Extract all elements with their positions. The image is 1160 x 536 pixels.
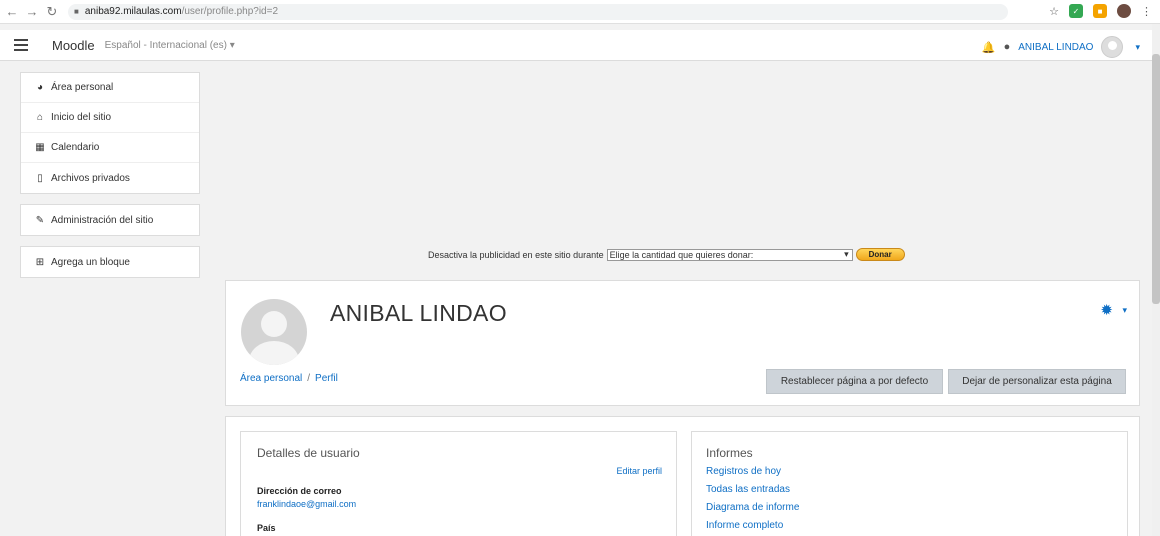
profile-content: Detalles de usuario Editar perfil Direcc… <box>225 416 1140 536</box>
plus-square-icon: ⊞ <box>35 256 45 268</box>
sidebar-item-label: Administración del sitio <box>51 214 154 226</box>
navbar-user-area: 🔔 ● ANIBAL LINDAO ▾ <box>982 36 1140 58</box>
page-title: ANIBAL LINDAO <box>330 300 507 326</box>
sidebar-item-label: Archivos privados <box>51 172 130 184</box>
add-block-block: ⊞ Agrega un bloque <box>20 246 200 278</box>
sidebar-item-label: Agrega un bloque <box>51 256 130 268</box>
edit-profile-link[interactable]: Editar perfil <box>616 466 662 476</box>
file-icon: ▯ <box>37 172 43 184</box>
nav-block: ◕ Área personal ⌂ Inicio del sitio ▦ Cal… <box>20 72 200 194</box>
chat-icon[interactable]: ● <box>1004 41 1011 53</box>
sidebar-item-label: Inicio del sitio <box>51 112 112 123</box>
dashboard-icon: ◕ <box>36 82 44 93</box>
url-host: aniba92.milaulas.com <box>84 6 182 17</box>
wrench-icon: ✎ <box>35 214 45 226</box>
sidebar-item-calendar[interactable]: ▦ Calendario <box>21 133 199 163</box>
moodle-navbar: Moodle Español - Internacional (es) ▾ 🔔 … <box>0 30 1152 61</box>
admin-block: ✎ Administración del sitio <box>20 204 200 236</box>
report-link-today-logs[interactable]: Registros de hoy <box>706 466 781 477</box>
breadcrumb: Área personal / Perfil <box>240 373 338 384</box>
donation-select[interactable]: Elige la cantidad que quieres donar: ▾ <box>606 248 853 261</box>
report-link-complete[interactable]: Informe completo <box>706 520 783 531</box>
extension-brown-icon[interactable] <box>1117 4 1131 18</box>
back-icon[interactable]: ← <box>4 4 20 20</box>
chevron-down-icon[interactable]: ▾ <box>1122 305 1127 316</box>
bell-icon[interactable]: 🔔 <box>982 41 996 54</box>
chevron-down-icon[interactable]: ▾ <box>1135 42 1140 53</box>
email-label: Dirección de correo <box>257 486 342 496</box>
nav-drawer: ◕ Área personal ⌂ Inicio del sitio ▦ Cal… <box>20 72 200 288</box>
language-selector[interactable]: Español - Internacional (es) ▾ <box>105 40 235 51</box>
calendar-icon: ▦ <box>35 142 45 153</box>
page-header: ANIBAL LINDAO ✹ ▾ Área personal / Perfil… <box>225 280 1140 406</box>
sidebar-item-label: Calendario <box>51 142 100 153</box>
page-scrollbar[interactable] <box>1152 24 1160 536</box>
reports-section: Informes Registros de hoy Todas las entr… <box>691 431 1128 536</box>
avatar <box>241 299 307 365</box>
scrollbar-thumb[interactable] <box>1152 54 1160 304</box>
breadcrumb-item-dashboard[interactable]: Área personal <box>240 373 302 384</box>
site-brand[interactable]: Moodle <box>52 38 95 53</box>
ad-text: Desactiva la publicidad en este sitio du… <box>428 249 604 260</box>
gear-icon[interactable]: ✹ <box>1100 301 1113 319</box>
user-menu-name[interactable]: ANIBAL LINDAO <box>1018 42 1093 53</box>
sidebar-item-private-files[interactable]: ▯ Archivos privados <box>21 163 199 193</box>
stop-customising-button[interactable]: Dejar de personalizar esta página <box>948 369 1126 394</box>
add-block-button[interactable]: ⊞ Agrega un bloque <box>21 247 199 277</box>
report-link-chart[interactable]: Diagrama de informe <box>706 502 799 513</box>
chevron-down-icon: ▾ <box>844 249 849 259</box>
extension-green-icon[interactable]: ✓ <box>1069 4 1083 18</box>
url-path: /user/profile.php?id=2 <box>181 6 279 17</box>
email-value[interactable]: franklindaoe@gmail.com <box>257 499 356 509</box>
avatar[interactable] <box>1101 36 1124 58</box>
sidebar-item-site-admin[interactable]: ✎ Administración del sitio <box>21 205 199 235</box>
forward-icon[interactable]: → <box>24 4 40 20</box>
sidebar-item-dashboard[interactable]: ◕ Área personal <box>21 73 199 103</box>
report-link-all-entries[interactable]: Todas las entradas <box>706 484 790 495</box>
hamburger-menu-icon[interactable] <box>14 39 28 51</box>
section-title: Detalles de usuario <box>257 446 360 460</box>
donation-select-value: Elige la cantidad que quieres donar: <box>609 249 754 260</box>
country-label: País <box>257 523 276 533</box>
extension-orange-icon[interactable]: ■ <box>1093 4 1107 18</box>
breadcrumb-item-profile[interactable]: Perfil <box>315 373 338 384</box>
reset-page-button[interactable]: Restablecer página a por defecto <box>766 369 943 394</box>
address-bar[interactable]: ■ aniba92.milaulas.com/user/profile.php?… <box>68 3 1008 20</box>
user-details-section: Detalles de usuario Editar perfil Direcc… <box>240 431 677 536</box>
sidebar-item-site-home[interactable]: ⌂ Inicio del sitio <box>21 103 199 133</box>
extension-icons: ☆ ✓ ■ ⋮ <box>1049 4 1152 18</box>
menu-dots-icon[interactable]: ⋮ <box>1141 5 1152 18</box>
donate-button[interactable]: Donar <box>855 248 905 261</box>
section-title: Informes <box>706 446 753 460</box>
ad-banner: Desactiva la publicidad en este sitio du… <box>428 248 905 261</box>
browser-toolbar: ← → ↻ ■ aniba92.milaulas.com/user/profil… <box>0 0 1160 24</box>
star-icon[interactable]: ☆ <box>1049 5 1059 18</box>
reload-icon[interactable]: ↻ <box>44 4 60 20</box>
breadcrumb-separator: / <box>307 373 311 384</box>
lock-icon: ■ <box>74 7 79 16</box>
sidebar-item-label: Área personal <box>51 82 114 93</box>
home-icon: ⌂ <box>36 112 44 123</box>
